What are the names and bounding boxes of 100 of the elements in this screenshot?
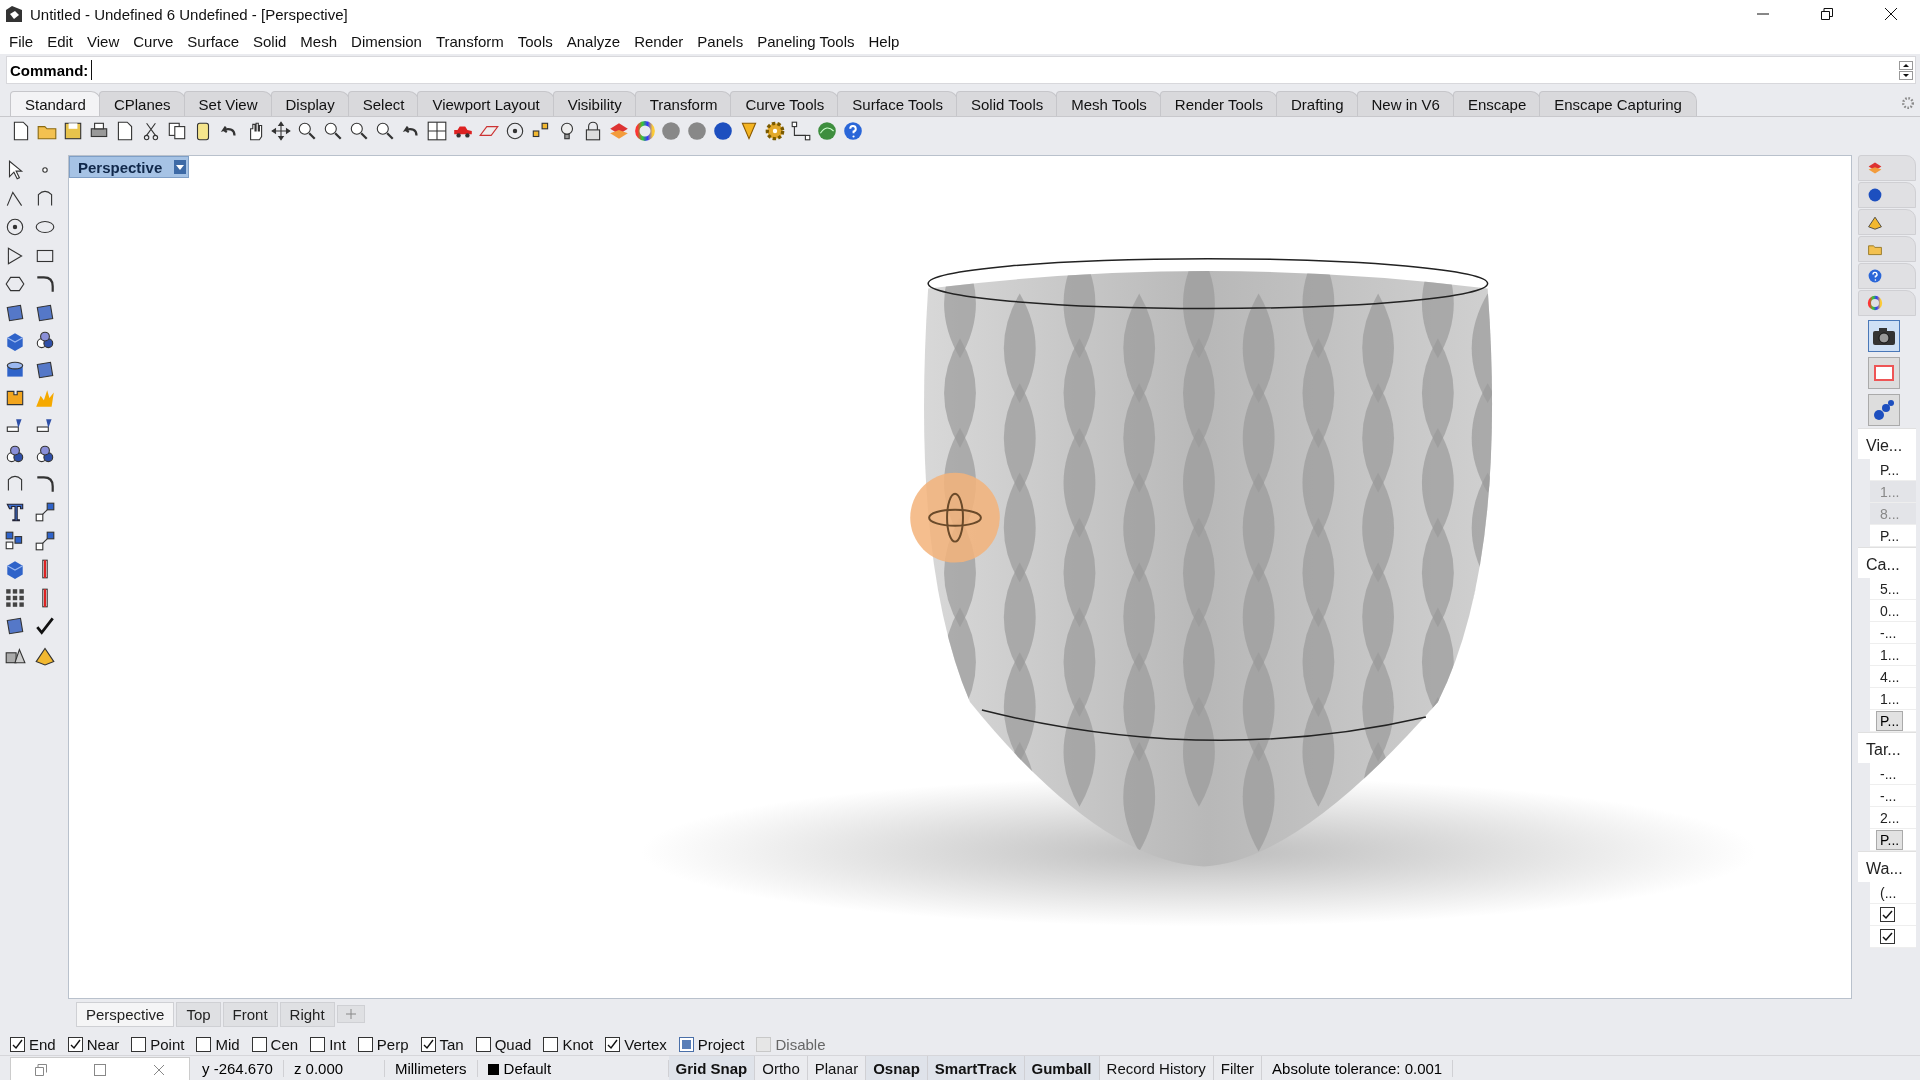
checkbox[interactable] xyxy=(67,1036,83,1052)
status-toggle[interactable]: Filter xyxy=(1213,1056,1263,1080)
checkbox[interactable] xyxy=(251,1036,267,1052)
gear-icon[interactable] xyxy=(764,120,786,142)
status-toggle[interactable]: Osnap xyxy=(866,1056,928,1080)
toolbar-tab[interactable]: Enscape Capturing xyxy=(1539,91,1697,116)
status-toggle[interactable]: SmartTrack xyxy=(927,1056,1025,1080)
scroll-down-icon[interactable] xyxy=(1899,70,1913,80)
checkbox[interactable] xyxy=(1880,929,1895,944)
viewport-tab[interactable]: Perspective xyxy=(76,1001,175,1027)
menu-item[interactable]: Solid xyxy=(246,32,294,50)
frame-button[interactable] xyxy=(1868,357,1900,389)
status-toggle[interactable]: Gumball xyxy=(1024,1056,1100,1080)
menu-item[interactable]: Edit xyxy=(40,32,81,50)
menu-item[interactable]: Tools xyxy=(510,32,560,50)
copy-icon[interactable] xyxy=(166,120,188,142)
toolbar-tab[interactable]: Solid Tools xyxy=(955,91,1059,116)
checkbox[interactable] xyxy=(196,1036,212,1052)
settings-icon[interactable] xyxy=(1900,95,1916,111)
panel-tab[interactable] xyxy=(1858,155,1916,181)
toolbar-tab[interactable]: Visibility xyxy=(552,91,637,116)
checkbox[interactable] xyxy=(678,1036,694,1052)
checkbox[interactable] xyxy=(10,1036,25,1052)
zoom-in-icon[interactable] xyxy=(296,120,318,142)
checkbox[interactable] xyxy=(1880,907,1895,922)
toolbar-tab[interactable]: Standard xyxy=(10,91,101,116)
menu-item[interactable]: File xyxy=(2,32,41,50)
snap-option[interactable]: Point xyxy=(131,1035,185,1053)
snap-option[interactable]: Perp xyxy=(357,1035,409,1053)
snap-option[interactable]: Quad xyxy=(475,1035,532,1053)
maximize-icon[interactable] xyxy=(94,1063,106,1076)
toolbar-tab[interactable]: Display xyxy=(270,91,350,116)
toolbar-tab[interactable]: Drafting xyxy=(1275,91,1359,116)
menu-item[interactable]: Transform xyxy=(428,32,511,50)
toolbar-tab[interactable]: Viewport Layout xyxy=(417,91,555,116)
snap-option[interactable]: Tan xyxy=(420,1035,464,1053)
restore-icon[interactable] xyxy=(1821,8,1833,20)
checkbox[interactable] xyxy=(543,1036,559,1052)
viewport-tab[interactable]: Front xyxy=(222,1001,278,1027)
move-arrows-icon[interactable] xyxy=(270,120,292,142)
status-toggle[interactable]: Record History xyxy=(1099,1056,1214,1080)
snap-option[interactable]: Int xyxy=(310,1035,346,1053)
panel-tab[interactable] xyxy=(1858,209,1916,235)
toolbar-tab[interactable]: Surface Tools xyxy=(837,91,958,116)
snap-option[interactable]: Knot xyxy=(543,1035,594,1053)
checkbox[interactable] xyxy=(310,1036,326,1052)
menu-item[interactable]: Render xyxy=(627,32,691,50)
scroll-up-icon[interactable] xyxy=(1899,60,1913,70)
help-icon[interactable] xyxy=(842,120,864,142)
checkbox[interactable] xyxy=(420,1036,436,1052)
checkbox[interactable] xyxy=(131,1036,147,1052)
property-button[interactable]: P... xyxy=(1876,829,1904,850)
checkbox[interactable] xyxy=(475,1036,491,1052)
status-toggle[interactable]: Grid Snap xyxy=(668,1056,756,1080)
snap-option[interactable]: Project xyxy=(678,1035,745,1053)
toolbar-tab[interactable]: New in V6 xyxy=(1356,91,1455,116)
toolbar-tab[interactable]: CPlanes xyxy=(98,91,186,116)
text-icon[interactable] xyxy=(4,501,26,523)
status-toggle[interactable]: Ortho xyxy=(755,1056,808,1080)
toolbar-tab[interactable]: Set View xyxy=(183,91,273,116)
snap-option[interactable]: End xyxy=(10,1035,56,1053)
toolbar-tab[interactable]: Enscape xyxy=(1452,91,1542,116)
panel-tab[interactable] xyxy=(1858,263,1916,289)
checkbox[interactable] xyxy=(357,1036,373,1052)
menu-item[interactable]: Mesh xyxy=(293,32,345,50)
circle-point-icon[interactable] xyxy=(504,120,526,142)
caret-icon[interactable] xyxy=(176,164,185,170)
camera-button[interactable] xyxy=(1868,320,1900,352)
menu-item[interactable]: Dimension xyxy=(344,32,429,50)
viewport[interactable]: Perspective xyxy=(68,155,1852,999)
four-viewports-icon[interactable] xyxy=(426,120,448,142)
menu-item[interactable]: Panels xyxy=(690,32,751,50)
menu-item[interactable]: View xyxy=(80,32,127,50)
panel-tab[interactable] xyxy=(1858,236,1916,262)
camera-icon[interactable] xyxy=(1872,326,1896,346)
sphere-icon[interactable] xyxy=(660,120,682,142)
color-wheel-icon[interactable] xyxy=(1867,295,1883,311)
help-icon[interactable] xyxy=(1867,268,1883,284)
menu-item[interactable]: Curve xyxy=(126,32,181,50)
toolbar-tab[interactable]: Select xyxy=(347,91,420,116)
menu-item[interactable]: Analyze xyxy=(559,32,628,50)
check-icon[interactable] xyxy=(34,615,56,637)
fillet-icon[interactable] xyxy=(34,273,56,295)
layers-icon[interactable] xyxy=(1867,160,1883,176)
color-wheel-icon[interactable] xyxy=(634,120,656,142)
toolbar-tab[interactable]: Transform xyxy=(634,91,733,116)
layer-label[interactable]: Default xyxy=(503,1059,552,1077)
array-icon[interactable] xyxy=(4,586,26,609)
viewport-title[interactable]: Perspective xyxy=(69,156,190,178)
snap-option[interactable]: Near xyxy=(67,1035,120,1053)
snap-option[interactable]: Cen xyxy=(251,1035,299,1053)
property-button[interactable]: P... xyxy=(1876,710,1904,731)
nodes-icon[interactable] xyxy=(790,120,812,142)
viewport-tab[interactable]: Top xyxy=(176,1001,221,1027)
viewport-tab[interactable]: Right xyxy=(279,1001,335,1027)
toolbar-tab[interactable]: Mesh Tools xyxy=(1056,91,1162,116)
panel-tab[interactable] xyxy=(1858,182,1916,208)
snap-option[interactable]: Mid xyxy=(196,1035,240,1053)
menu-item[interactable]: Help xyxy=(861,32,907,50)
checkbox[interactable] xyxy=(605,1036,621,1052)
